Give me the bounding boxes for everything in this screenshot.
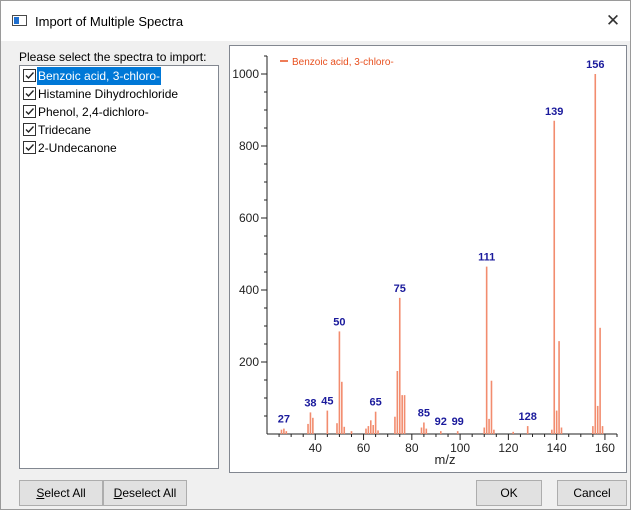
- peak-label: 45: [321, 396, 333, 408]
- spectrum-chart: 200400600800100040 60 80 100 120 140 160 2738 4…: [232, 55, 618, 467]
- title-bar[interactable]: Import of Multiple Spectra ✕: [1, 1, 630, 41]
- spectra-list[interactable]: Benzoic acid, 3-chloro- Histamine Dihydro…: [19, 65, 219, 469]
- select-prompt: Please select the spectra to import:: [19, 50, 207, 64]
- peak-label: 111: [478, 252, 495, 264]
- x-tick-label: 120: [498, 441, 518, 455]
- close-button[interactable]: ✕: [601, 9, 625, 33]
- deselect-all-button[interactable]: Deselect All: [103, 480, 187, 506]
- checkbox[interactable]: [23, 123, 36, 136]
- x-tick-label: 160: [595, 441, 615, 455]
- select-all-label: elect All: [44, 486, 86, 500]
- y-tick-label: 400: [239, 283, 259, 297]
- spectrum-label: 2-Undecanone: [38, 141, 117, 155]
- peak-label: 38: [304, 397, 316, 409]
- cancel-button[interactable]: Cancel: [557, 480, 627, 506]
- x-tick-label: 80: [405, 441, 419, 455]
- peak-label: 75: [394, 283, 406, 295]
- checkbox[interactable]: [23, 69, 36, 82]
- y-tick-label: 1000: [232, 67, 259, 81]
- chart-peaks: [280, 74, 604, 434]
- spectrum-item[interactable]: Tridecane: [21, 121, 217, 139]
- window-icon: [12, 15, 27, 26]
- check-icon: [25, 126, 35, 134]
- checkbox[interactable]: [23, 87, 36, 100]
- peak-label: 27: [278, 414, 290, 426]
- chart-peak-labels: 27 38 45 50 65 75 85 92 99 111 128 139 156: [278, 59, 605, 428]
- check-icon: [25, 144, 35, 152]
- select-all-button[interactable]: Select All: [19, 480, 103, 506]
- peak-label: 92: [435, 416, 447, 428]
- check-icon: [25, 72, 35, 80]
- peak-label: 99: [452, 416, 464, 428]
- x-axis-label: m/z: [435, 452, 456, 467]
- x-tick-label: 40: [309, 441, 323, 455]
- spectrum-label: Tridecane: [38, 123, 91, 137]
- peak-label: 128: [519, 411, 537, 423]
- spectrum-item[interactable]: 2-Undecanone: [21, 139, 217, 157]
- x-tick-label: 60: [357, 441, 371, 455]
- import-dialog: Import of Multiple Spectra ✕ Please sele…: [0, 0, 631, 510]
- y-tick-label: 600: [239, 211, 259, 225]
- deselect-all-accelerator: D: [113, 486, 123, 500]
- spectrum-item[interactable]: Benzoic acid, 3-chloro-: [21, 67, 217, 85]
- chart-legend: Benzoic acid, 3-chloro-: [292, 57, 394, 68]
- check-icon: [25, 108, 35, 116]
- peak-label: 50: [333, 316, 345, 328]
- spectrum-item[interactable]: Phenol, 2,4-dichloro-: [21, 103, 217, 121]
- peak-label: 85: [418, 407, 430, 419]
- spectrum-label: Benzoic acid, 3-chloro-: [37, 67, 162, 85]
- ok-button[interactable]: OK: [476, 480, 542, 506]
- peak-label: 65: [369, 397, 381, 409]
- y-tick-label: 200: [239, 355, 259, 369]
- y-tick-label: 800: [239, 139, 259, 153]
- checkbox[interactable]: [23, 141, 36, 154]
- peak-label: 156: [586, 59, 604, 71]
- spectrum-item[interactable]: Histamine Dihydrochloride: [21, 85, 217, 103]
- checkbox[interactable]: [23, 105, 36, 118]
- spectrum-label: Phenol, 2,4-dichloro-: [38, 105, 149, 119]
- peak-label: 139: [545, 106, 563, 118]
- x-tick-label: 140: [547, 441, 567, 455]
- check-icon: [25, 90, 35, 98]
- deselect-all-label: eselect All: [122, 486, 177, 500]
- spectrum-label: Histamine Dihydrochloride: [38, 87, 179, 101]
- spectrum-preview: 200 400 600 800 1000 40 60 80 100 120 140 160 27 38 4…: [229, 45, 627, 473]
- window-title: Import of Multiple Spectra: [35, 14, 184, 29]
